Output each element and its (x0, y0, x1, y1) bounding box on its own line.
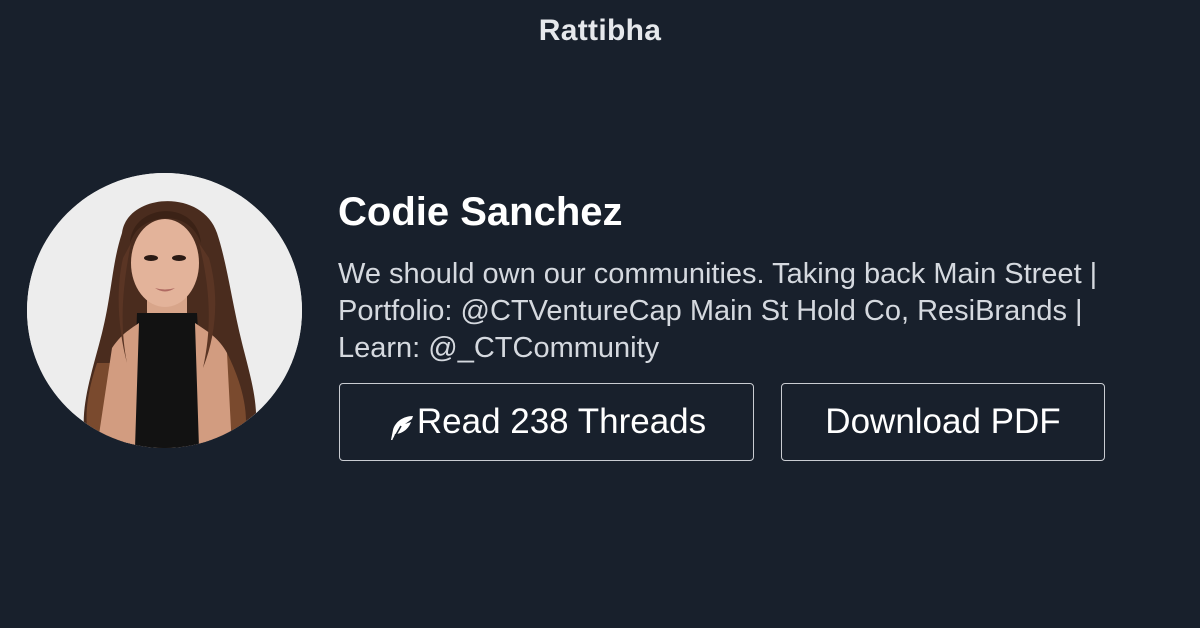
profile-name: Codie Sanchez (338, 190, 623, 234)
site-brand-title: Rattibha (538, 14, 662, 47)
bio-line: We should own our communities. Taking ba… (338, 258, 1098, 290)
profile-avatar (27, 173, 302, 448)
read-threads-label: Read 238 Threads (416, 402, 707, 441)
read-threads-button[interactable]: Read 238 Threads (339, 383, 754, 461)
avatar-portrait-image (27, 173, 302, 448)
download-pdf-button[interactable]: Download PDF (781, 383, 1105, 461)
feather-icon (387, 411, 415, 441)
bio-line: Portfolio: @CTVentureCap Main St Hold Co… (338, 295, 1083, 327)
profile-bio: We should own our communities. Taking ba… (338, 256, 1188, 367)
bio-line: Learn: @_CTCommunity (338, 332, 660, 364)
